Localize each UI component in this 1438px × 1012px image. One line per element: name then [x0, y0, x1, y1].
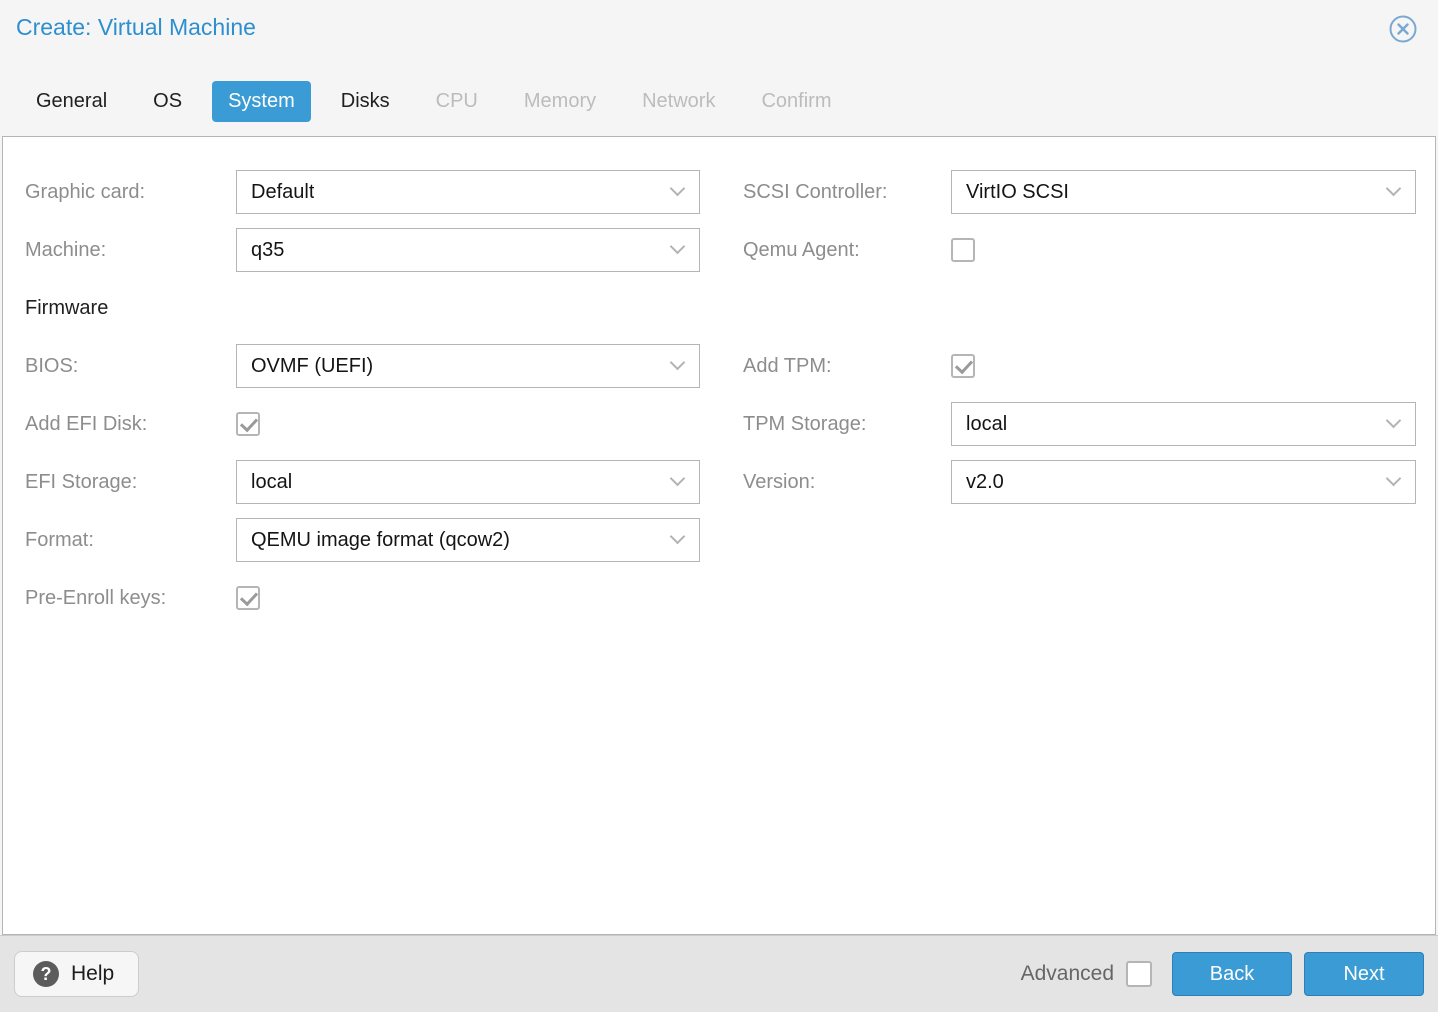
chevron-down-icon: [672, 241, 683, 252]
form-row-add-efi-disk: Add EFI Disk:: [25, 395, 700, 453]
add-efi-disk-label: Add EFI Disk:: [25, 412, 148, 435]
form-row-graphic-card: Graphic card: Default: [25, 163, 700, 221]
efi-storage-select[interactable]: local: [236, 460, 700, 504]
form-column-right: SCSI Controller: VirtIO SCSI Qemu Agent:…: [743, 163, 1416, 511]
efi-storage-label: EFI Storage:: [25, 470, 138, 493]
format-value: QEMU image format (qcow2): [251, 528, 510, 551]
tab-cpu[interactable]: CPU: [420, 81, 494, 122]
tpm-storage-select[interactable]: local: [951, 402, 1416, 446]
scsi-controller-select[interactable]: VirtIO SCSI: [951, 170, 1416, 214]
chevron-down-icon: [1388, 183, 1399, 194]
scsi-controller-label: SCSI Controller:: [743, 180, 888, 203]
version-select[interactable]: v2.0: [951, 460, 1416, 504]
version-label: Version:: [743, 470, 816, 493]
tpm-storage-label: TPM Storage:: [743, 412, 867, 435]
tpm-storage-value: local: [966, 412, 1008, 435]
next-button[interactable]: Next: [1304, 952, 1424, 996]
graphic-card-value: Default: [251, 180, 315, 203]
tab-bar: General OS System Disks CPU Memory Netwo…: [0, 80, 1438, 122]
back-button[interactable]: Back: [1172, 952, 1292, 996]
tab-memory[interactable]: Memory: [508, 81, 612, 122]
form-panel: Graphic card: Default Machine: q35 Firmw…: [2, 136, 1436, 935]
chevron-down-icon: [672, 531, 683, 542]
form-row-bios: BIOS: OVMF (UEFI): [25, 337, 700, 395]
format-label: Format:: [25, 528, 94, 551]
machine-select[interactable]: q35: [236, 228, 700, 272]
form-row-efi-storage: EFI Storage: local: [25, 453, 700, 511]
machine-label: Machine:: [25, 238, 107, 261]
form-row-qemu-agent: Qemu Agent:: [743, 221, 1416, 279]
add-efi-disk-checkbox[interactable]: [236, 412, 260, 436]
form-row-machine: Machine: q35: [25, 221, 700, 279]
pre-enroll-keys-label: Pre-Enroll keys:: [25, 586, 167, 609]
chevron-down-icon: [672, 183, 683, 194]
graphic-card-select[interactable]: Default: [236, 170, 700, 214]
machine-value: q35: [251, 238, 285, 261]
close-icon[interactable]: [1388, 14, 1418, 44]
format-select[interactable]: QEMU image format (qcow2): [236, 518, 700, 562]
tab-confirm[interactable]: Confirm: [745, 81, 847, 122]
chevron-down-icon: [672, 473, 683, 484]
dialog-title: Create: Virtual Machine: [16, 14, 256, 40]
advanced-label: Advanced: [1020, 962, 1114, 985]
bios-select[interactable]: OVMF (UEFI): [236, 344, 700, 388]
graphic-card-label: Graphic card:: [25, 180, 146, 203]
version-value: v2.0: [966, 470, 1004, 493]
pre-enroll-keys-checkbox[interactable]: [236, 586, 260, 610]
footer: ? Help Advanced Back Next: [0, 935, 1438, 1012]
footer-actions: Advanced Back Next: [1021, 952, 1424, 996]
firmware-section-heading: Firmware: [25, 296, 109, 319]
help-label: Help: [71, 962, 115, 985]
form-row-version: Version: v2.0: [743, 453, 1416, 511]
form-row-tpm-storage: TPM Storage: local: [743, 395, 1416, 453]
bios-label: BIOS:: [25, 354, 79, 377]
form-row-format: Format: QEMU image format (qcow2): [25, 511, 700, 569]
help-icon: ?: [33, 961, 59, 987]
form-row-pre-enroll-keys: Pre-Enroll keys:: [25, 569, 700, 627]
advanced-checkbox[interactable]: [1126, 961, 1152, 987]
firmware-section-row: Firmware: [25, 279, 700, 337]
form-row-scsi-controller: SCSI Controller: VirtIO SCSI: [743, 163, 1416, 221]
chevron-down-icon: [1388, 473, 1399, 484]
form-row-add-tpm: Add TPM:: [743, 337, 1416, 395]
tab-disks[interactable]: Disks: [325, 81, 406, 122]
chevron-down-icon: [672, 357, 683, 368]
bios-value: OVMF (UEFI): [251, 354, 374, 377]
scsi-controller-value: VirtIO SCSI: [966, 180, 1069, 203]
help-button[interactable]: ? Help: [14, 951, 140, 997]
chevron-down-icon: [1388, 415, 1399, 426]
add-tpm-checkbox[interactable]: [951, 354, 975, 378]
tab-os[interactable]: OS: [137, 81, 198, 122]
tab-general[interactable]: General: [20, 81, 123, 122]
add-tpm-label: Add TPM:: [743, 354, 832, 377]
efi-storage-value: local: [251, 470, 293, 493]
tab-network[interactable]: Network: [626, 81, 731, 122]
dialog-header: Create: Virtual Machine: [0, 0, 1438, 44]
qemu-agent-checkbox[interactable]: [951, 238, 975, 262]
tab-system[interactable]: System: [212, 80, 311, 122]
spacer-row: [743, 279, 1416, 337]
qemu-agent-label: Qemu Agent:: [743, 238, 860, 261]
form-column-left: Graphic card: Default Machine: q35 Firmw…: [25, 163, 700, 627]
